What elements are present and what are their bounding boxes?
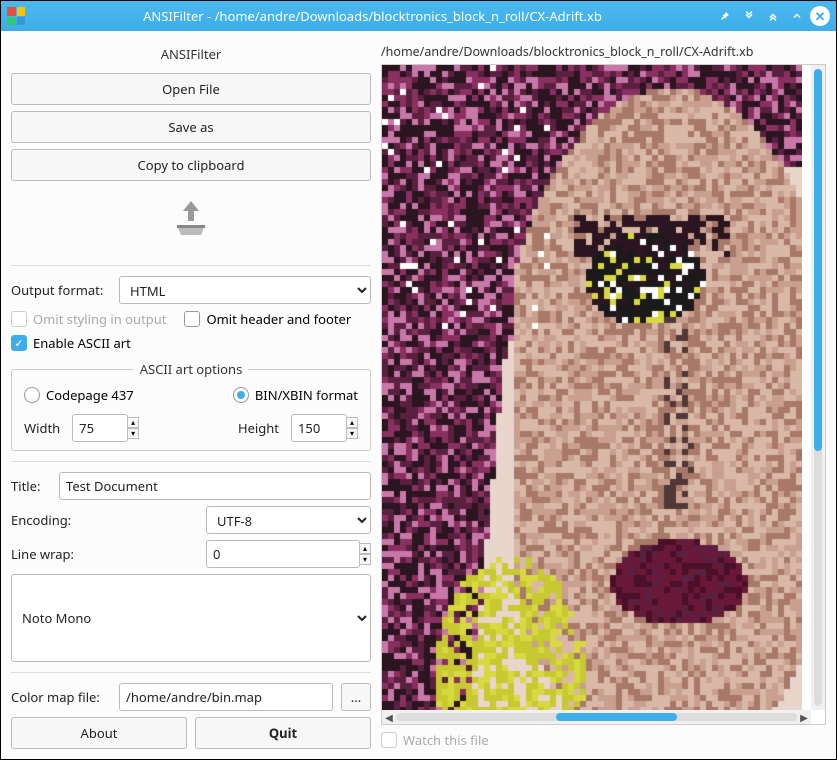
- up-icon[interactable]: [762, 5, 784, 27]
- preview-image: [382, 65, 802, 710]
- pin-icon[interactable]: [714, 5, 736, 27]
- codepage-radio[interactable]: Codepage 437: [24, 386, 134, 404]
- panel-heading: ANSIFilter: [11, 41, 371, 67]
- output-format-label: Output format:: [11, 281, 111, 299]
- scroll-left-icon[interactable]: ◀: [382, 710, 396, 724]
- download-icon: [11, 187, 371, 255]
- horizontal-scrollbar[interactable]: ◀ ▶: [382, 710, 811, 724]
- watch-file-checkbox: Watch this file: [381, 731, 489, 749]
- scroll-right-icon[interactable]: ▶: [797, 710, 811, 724]
- quit-button[interactable]: Quit: [195, 717, 371, 749]
- spin-up-icon[interactable]: ▴: [127, 417, 139, 428]
- window-title: ANSIFilter - /home/andre/Downloads/block…: [33, 7, 712, 25]
- encoding-label: Encoding:: [11, 511, 81, 529]
- spin-down-icon[interactable]: ▾: [346, 428, 358, 439]
- width-label: Width: [24, 419, 60, 437]
- spin-up-icon[interactable]: ▴: [359, 543, 371, 554]
- spin-down-icon[interactable]: ▾: [127, 428, 139, 439]
- colormap-input[interactable]: [119, 683, 333, 711]
- title-label: Title:: [11, 477, 51, 495]
- app-icon: [7, 7, 25, 25]
- spin-up-icon[interactable]: ▴: [346, 417, 358, 428]
- linewrap-label: Line wrap:: [11, 545, 81, 563]
- width-input[interactable]: [72, 414, 128, 442]
- about-button[interactable]: About: [11, 717, 187, 749]
- font-select[interactable]: Noto Mono: [11, 574, 371, 662]
- enable-ascii-checkbox[interactable]: Enable ASCII art: [11, 334, 371, 352]
- open-file-button[interactable]: Open File: [11, 73, 371, 105]
- output-format-select[interactable]: HTML: [119, 276, 371, 304]
- close-icon[interactable]: ✕: [810, 6, 830, 26]
- height-label: Height: [238, 419, 279, 437]
- save-as-button[interactable]: Save as: [11, 111, 371, 143]
- title-input[interactable]: [59, 472, 371, 500]
- down-icon[interactable]: [738, 5, 760, 27]
- height-input[interactable]: [291, 414, 347, 442]
- encoding-select[interactable]: UTF-8: [206, 506, 371, 534]
- vertical-scrollbar[interactable]: [811, 65, 825, 710]
- minimize-icon[interactable]: [786, 5, 808, 27]
- preview-path: /home/andre/Downloads/blocktronics_block…: [381, 41, 826, 64]
- binxbin-radio[interactable]: BIN/XBIN format: [233, 386, 358, 404]
- preview-container: ◀ ▶: [381, 64, 826, 725]
- colormap-label: Color map file:: [11, 688, 111, 706]
- linewrap-input[interactable]: [206, 540, 360, 568]
- spin-down-icon[interactable]: ▾: [359, 554, 371, 565]
- omit-header-checkbox[interactable]: Omit header and footer: [184, 310, 351, 328]
- copy-clipboard-button[interactable]: Copy to clipboard: [11, 149, 371, 181]
- browse-button[interactable]: ...: [341, 683, 371, 711]
- ascii-options-group: ASCII art options Codepage 437 BIN/XBIN …: [11, 360, 371, 451]
- omit-styling-checkbox: Omit styling in output: [11, 310, 166, 328]
- ascii-options-legend: ASCII art options: [134, 360, 249, 378]
